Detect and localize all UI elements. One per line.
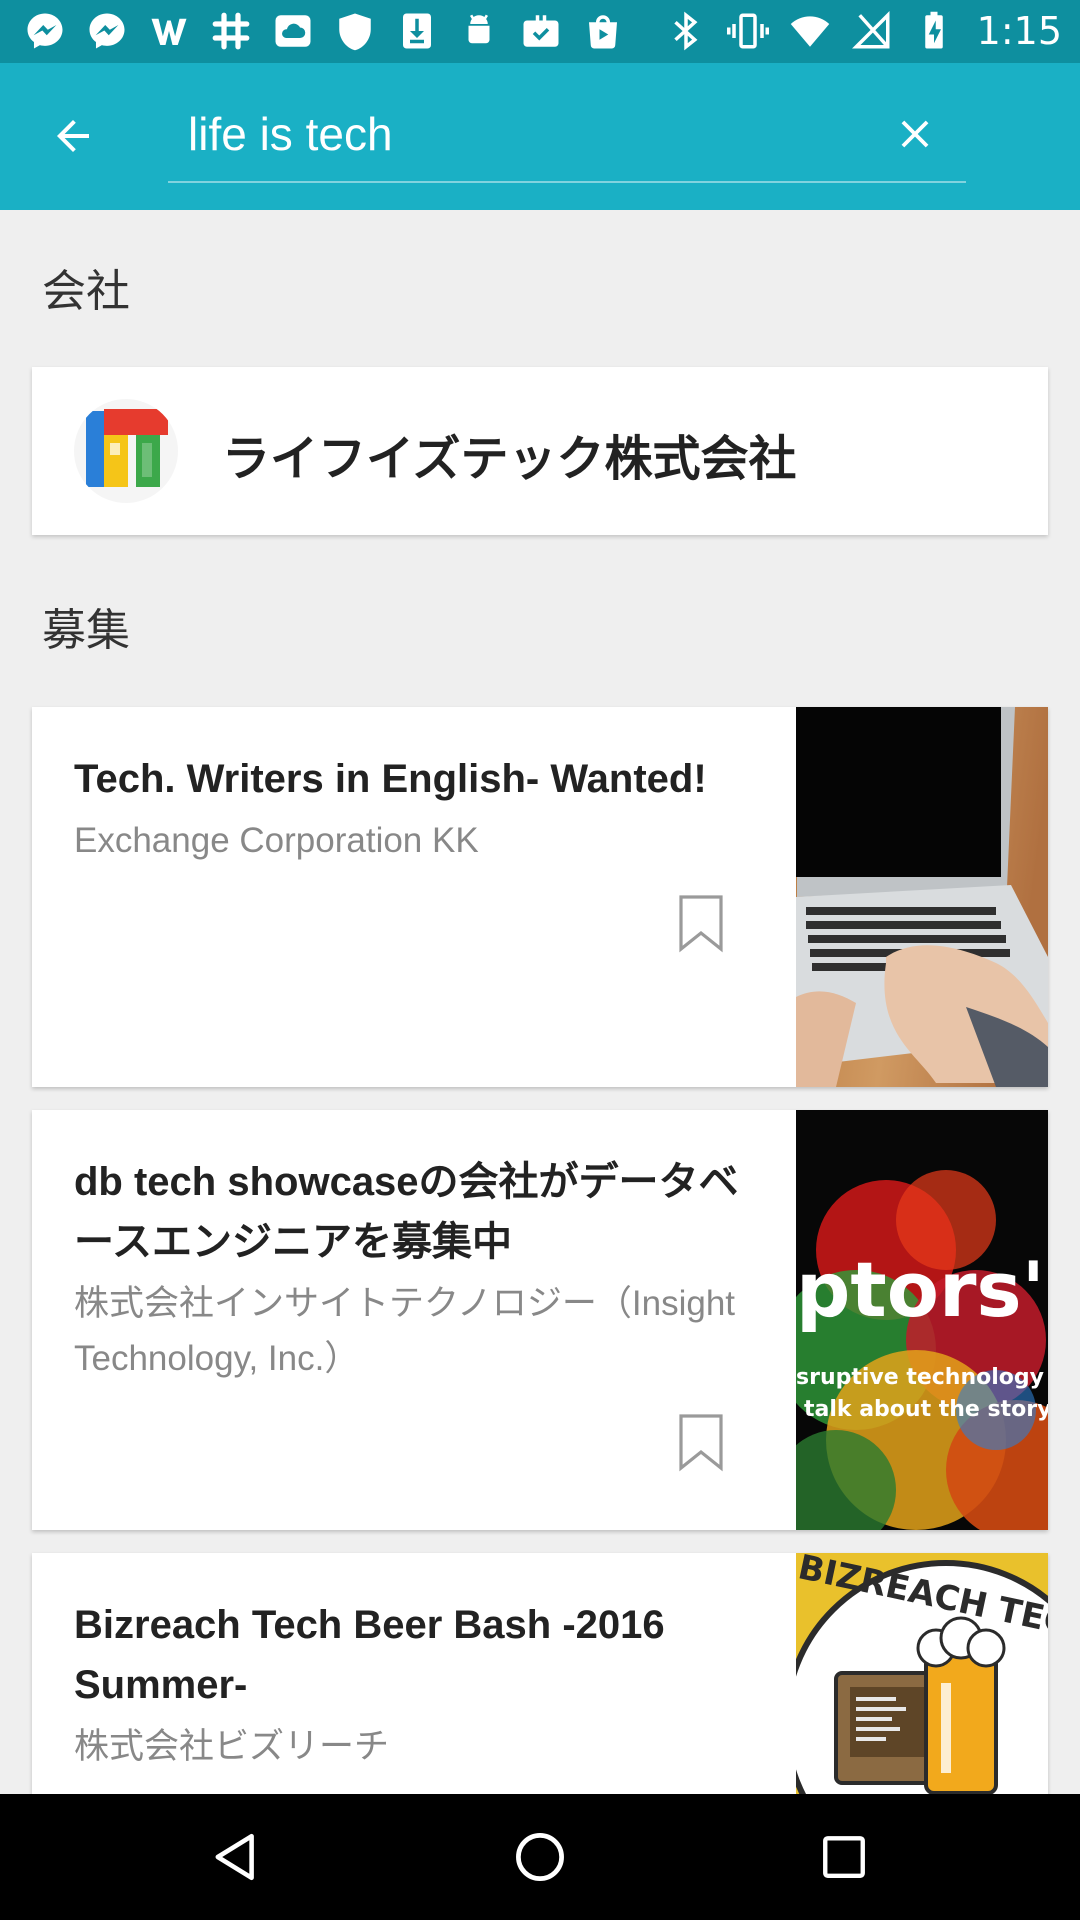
poster-headline: ptors' [796,1245,1045,1334]
messenger-icon [84,8,130,54]
clock: 1:15 [976,9,1062,53]
bookmark-icon[interactable] [677,893,725,953]
download-icon [394,8,440,54]
job-title: db tech showcaseの会社がデータベースエンジニアを募集中 [74,1160,739,1264]
shopping-bag-icon [580,8,626,54]
poster-caption-1: sruptive technology a [796,1365,1048,1390]
job-title: Tech. Writers in English- Wanted! [74,757,707,801]
search-field [168,93,966,183]
wordpress-icon [146,8,192,54]
company-name: ライフイズテック株式会社 [222,431,797,487]
company-result-card[interactable]: ライフイズテック株式会社 [32,367,1048,535]
no-signal-icon [849,8,895,54]
job-company: 株式会社インサイトテクノロジー（Insight Technology, Inc.… [74,1284,736,1378]
wifi-icon [787,8,833,54]
jobs-section-title: 募集 [42,605,130,656]
messenger-icon [22,8,68,54]
shield-icon [332,8,378,54]
search-input[interactable] [188,101,848,167]
android-icon [456,8,502,54]
bluetooth-icon [663,8,709,54]
navigation-bar [0,1794,1080,1920]
cloud-icon [270,8,316,54]
triangle-back-icon [215,1833,254,1881]
job-company: 株式会社ビズリーチ [74,1727,390,1766]
battery-charging-icon [911,8,957,54]
back-button[interactable] [42,108,104,164]
job-image-laptop [796,707,1048,1087]
briefcase-check-icon [518,8,564,54]
company-logo [74,399,178,503]
vibrate-icon [725,8,771,54]
nav-back-button[interactable] [206,1827,266,1887]
nav-recents-button[interactable] [814,1827,874,1887]
circle-home-icon [516,1833,564,1881]
job-card[interactable]: Tech. Writers in English- Wanted! Exchan… [32,707,1048,1087]
job-company: Exchange Corporation KK [74,821,479,860]
job-title: Bizreach Tech Beer Bash -2016 Summer- [74,1603,665,1707]
slack-icon [208,8,254,54]
search-app-bar [0,63,1080,210]
job-image-poster: ptors' sruptive technology a talk about … [796,1110,1048,1530]
job-text: db tech showcaseの会社がデータベースエンジニアを募集中 株式会社… [74,1152,774,1386]
poster-caption-2: talk about the story [804,1397,1048,1422]
job-card[interactable]: db tech showcaseの会社がデータベースエンジニアを募集中 株式会社… [32,1110,1048,1530]
nav-home-button[interactable] [510,1827,570,1887]
status-bar: 1:15 [0,0,1080,63]
clear-search-button[interactable] [888,107,942,161]
job-text: Bizreach Tech Beer Bash -2016 Summer- 株式… [74,1595,774,1774]
close-icon [901,120,929,148]
notification-icons [22,8,626,54]
system-icons: 1:15 [663,8,1062,54]
bookmark-icon[interactable] [677,1412,725,1472]
square-recents-icon [823,1836,865,1878]
arrow-back-icon [57,120,89,152]
job-text: Tech. Writers in English- Wanted! Exchan… [74,749,774,868]
company-section-title: 会社 [42,266,130,317]
